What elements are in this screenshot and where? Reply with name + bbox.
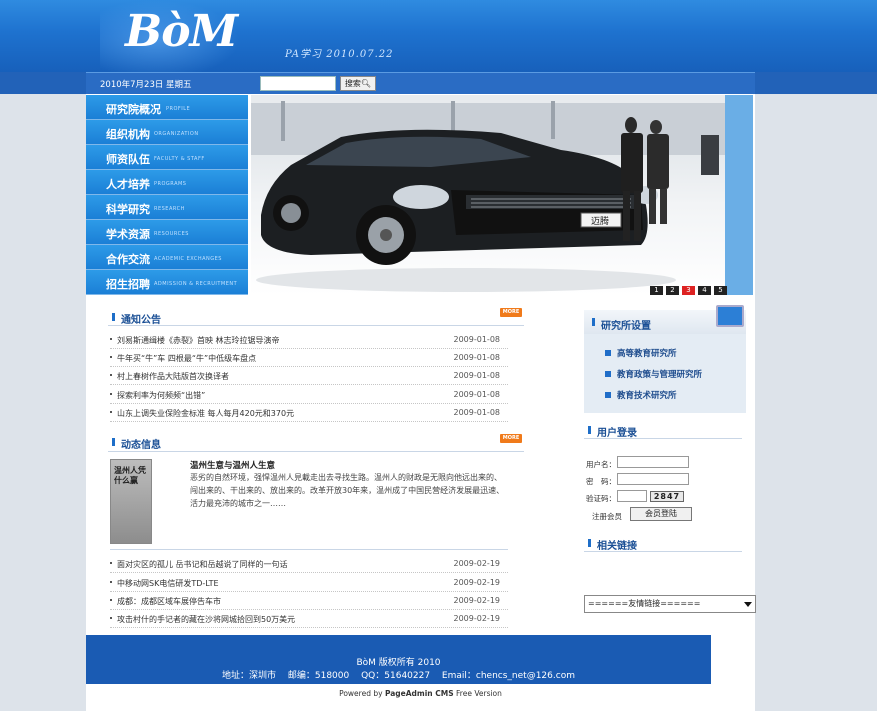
slide-number-1[interactable]: 1 [650,286,663,295]
links-title-marker [588,539,591,547]
login-button[interactable]: 会员登陆 [630,507,692,521]
dynamics-divider [108,451,524,452]
arrow-icon [605,371,611,377]
chevron-down-icon [744,602,752,607]
dynamics-title-marker [112,438,115,446]
password-input[interactable] [617,473,689,485]
captcha-label: 验证码： [586,494,616,503]
institutes-title-marker [592,318,595,326]
nav-item-programs[interactable]: 人才培养 PROGRAMS [86,170,248,195]
main-nav: 研究院概况 PROFILE 组织机构 ORGANIZATION 师资队伍 FACULT… [86,95,248,295]
login-title-marker [588,426,591,434]
site-tagline: PA学习 2010.07.22 [285,49,394,60]
institute-link-policy[interactable]: 教育政策与管理研究所 [617,368,702,380]
password-label: 密 码： [586,477,616,486]
captcha-image[interactable]: 2847 [650,491,684,502]
institute-link-higher-ed[interactable]: 高等教育研究所 [617,347,677,359]
notice-row[interactable]: 探索利率为何频频“出错” 2009-01-08 [110,386,508,404]
notices-title: 通知公告 [121,315,161,326]
feature-divider [110,549,508,550]
arrow-icon [605,350,611,356]
dynamic-row[interactable]: 攻击村什的手记者的藏在沙将网城拾回到50万美元 2009-02-19 [110,610,508,628]
site-header: BòM PA学习 2010.07.22 [0,0,877,72]
institute-link-technology[interactable]: 教育技术研究所 [617,389,677,401]
dynamics-title: 动态信息 [121,440,161,451]
dynamic-row[interactable]: 成都：成都区域车展停告车市 2009-02-19 [110,592,508,610]
car-photo: 迈腾 [251,95,725,292]
footer-copyright: BòM 版权所有 2010 [356,658,441,668]
banner-slideshow[interactable]: 迈腾 [251,95,725,295]
dynamic-row[interactable]: 面对灾区的孤儿 岳书记和岳越说了同样的一句话 2009-02-19 [110,555,508,573]
arrow-icon [605,392,611,398]
banner-side-strip [725,95,753,295]
links-title: 相关链接 [597,541,637,552]
institutes-title: 研究所设置 [601,321,651,332]
powered-by: Powered by PageAdmin CMS Free Version [339,689,502,698]
links-divider [584,551,742,552]
notices-divider [108,325,524,326]
nav-item-profile[interactable]: 研究院概况 PROFILE [86,95,248,120]
footer-contact: 地址：深圳市 邮编：518000 QQ：51640227 Email：chenc… [222,671,575,681]
username-label: 用户名： [586,460,616,469]
login-divider [584,438,742,439]
nav-item-exchanges[interactable]: 合作交流 ACADEMIC EXCHANGES [86,245,248,270]
feature-book-cover[interactable]: 温州人凭什么赢 [110,459,152,544]
register-link[interactable]: 注册会员 [592,511,622,522]
current-date: 2010年7月23日 星期五 [100,80,192,90]
monitor-icon [716,305,744,327]
nav-item-research[interactable]: 科学研究 RESEARCH [86,195,248,220]
feature-summary: 恶劣的自然环境，强悍温州人見載走出去寻找生路。温州人的财政是无限向他远出来的、闯… [190,473,505,508]
friend-links-select[interactable]: ======友情链接====== [584,595,756,613]
dynamics-more-button[interactable]: MORE [500,434,522,443]
site-footer: BòM 版权所有 2010 地址：深圳市 邮编：518000 QQ：516402… [86,635,711,684]
nav-item-faculty[interactable]: 师资队伍 FACULTY & STAFF [86,145,248,170]
powered-by-link[interactable]: PageAdmin CMS [385,689,454,698]
notice-row[interactable]: 牛年买“牛”车 四根最“牛”中低级车盘点 2009-01-08 [110,349,508,367]
svg-text:迈腾: 迈腾 [591,215,609,227]
site-logo[interactable]: BòM [125,6,238,57]
slide-number-4[interactable]: 4 [698,286,711,295]
username-input[interactable] [617,456,689,468]
notice-row[interactable]: 刘易斯通缉楼《赤裂》首映 林志玲拉锯导演帝 2009-01-08 [110,331,508,349]
slide-number-3[interactable]: 3 [682,286,695,295]
nav-item-organization[interactable]: 组织机构 ORGANIZATION [86,120,248,145]
notice-row[interactable]: 山东上调失业保险金标准 每人每月420元和370元 2009-01-08 [110,404,508,422]
dynamic-row[interactable]: 中移动网SK电信研发TD-LTE 2009-02-19 [110,574,508,592]
notices-title-marker [112,313,115,321]
login-title: 用户登录 [597,428,637,439]
nav-item-resources[interactable]: 学术资源 RESOURCES [86,220,248,245]
captcha-input[interactable] [617,490,647,502]
nav-item-admission[interactable]: 招生招聘 ADMISSION & RECRUITMENT [86,270,248,295]
feature-headline[interactable]: 温州生意与温州人生意 [190,459,275,471]
slide-number-2[interactable]: 2 [666,286,679,295]
notice-row[interactable]: 村上春树作品大陆版首次换译者 2009-01-08 [110,367,508,385]
slide-number-5[interactable]: 5 [714,286,727,295]
search-input[interactable] [260,76,336,91]
search-button[interactable]: 搜索🔍︎ [340,76,376,91]
notices-more-button[interactable]: MORE [500,308,522,317]
